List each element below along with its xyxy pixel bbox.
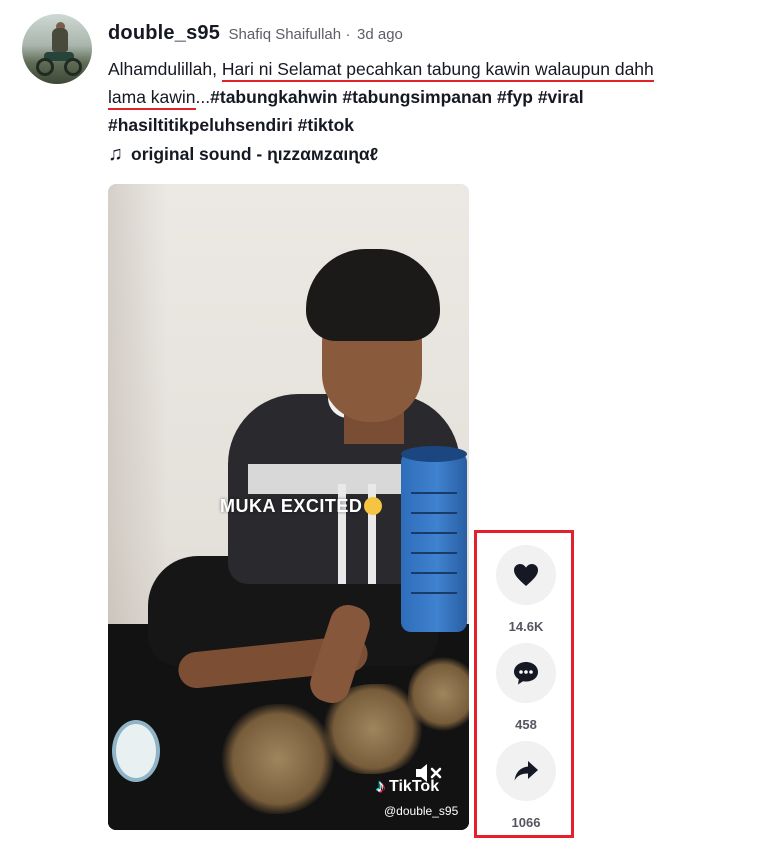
caption-ellipsis: ... bbox=[195, 87, 211, 107]
comment-count: 458 bbox=[515, 717, 537, 732]
video-player[interactable]: MUKA EXCITED ♪ TikTok @double_s95 bbox=[108, 184, 469, 830]
video-can-writing bbox=[411, 552, 457, 554]
comment-icon bbox=[514, 662, 538, 685]
grinning-sweat-emoji-icon bbox=[364, 497, 383, 515]
caption-hashtags-1[interactable]: #tabungkahwin #tabungsimpanan #fyp #vira… bbox=[210, 87, 583, 107]
music-label: original sound - ɳızzαмzαıɳαℓ bbox=[131, 144, 379, 164]
video-savings-can bbox=[401, 446, 467, 632]
avatar-wheel bbox=[36, 58, 54, 76]
comment-action: 458 bbox=[496, 643, 556, 732]
tiktok-logo: ♪ TikTok bbox=[376, 776, 439, 797]
video-carpet-pattern bbox=[408, 654, 469, 734]
post-header: double_s95 Shafiq Shaifullah · 3d ago bbox=[108, 22, 403, 45]
heart-icon bbox=[514, 564, 538, 586]
like-count: 14.6K bbox=[508, 619, 544, 634]
video-watermark: @double_s95 bbox=[384, 804, 459, 818]
share-action: 1066 bbox=[496, 741, 556, 830]
caption-highlight-1: Hari ni Selamat pecahkan tabung kawin wa… bbox=[221, 59, 654, 82]
caption-hashtags-2[interactable]: #hasiltitikpeluhsendiri #tiktok bbox=[108, 115, 354, 135]
music-link[interactable]: ♫ original sound - ɳızzαмzαıɳαℓ bbox=[108, 143, 378, 166]
action-panel-highlight: 14.6K 458 1066 bbox=[474, 530, 574, 838]
separator: · bbox=[345, 26, 351, 43]
video-person-hair bbox=[306, 249, 440, 341]
caption-lead: Alhamdulillah, bbox=[108, 59, 222, 79]
video-can-writing bbox=[411, 512, 457, 514]
video-can-writing bbox=[411, 572, 457, 574]
post-caption: Alhamdulillah, Hari ni Selamat pecahkan … bbox=[108, 55, 748, 139]
comment-button[interactable] bbox=[496, 643, 556, 703]
tiktok-note-icon: ♪ bbox=[376, 776, 385, 796]
caption-highlight-2: lama kawin bbox=[108, 87, 196, 110]
avatar-rider bbox=[52, 28, 68, 52]
video-can-lid bbox=[401, 446, 467, 462]
share-arrow-icon bbox=[514, 761, 538, 781]
video-overlay-text: MUKA EXCITED bbox=[220, 496, 383, 517]
video-can-writing bbox=[411, 492, 457, 494]
avatar-wheel bbox=[64, 58, 82, 76]
music-note-icon: ♫ bbox=[108, 143, 123, 165]
nickname[interactable]: Shafiq Shaifullah bbox=[229, 26, 342, 43]
share-count: 1066 bbox=[511, 815, 541, 830]
like-button[interactable] bbox=[496, 545, 556, 605]
video-can-writing bbox=[411, 592, 457, 594]
avatar[interactable] bbox=[22, 14, 92, 84]
tiktok-brand: TikTok bbox=[389, 777, 440, 795]
video-overlay-label: MUKA EXCITED bbox=[220, 496, 363, 516]
video-plate bbox=[112, 720, 160, 782]
like-action: 14.6K bbox=[496, 545, 556, 634]
username[interactable]: double_s95 bbox=[108, 22, 220, 44]
video-can-writing bbox=[411, 532, 457, 534]
post-time: 3d ago bbox=[357, 26, 403, 43]
share-button[interactable] bbox=[496, 741, 556, 801]
